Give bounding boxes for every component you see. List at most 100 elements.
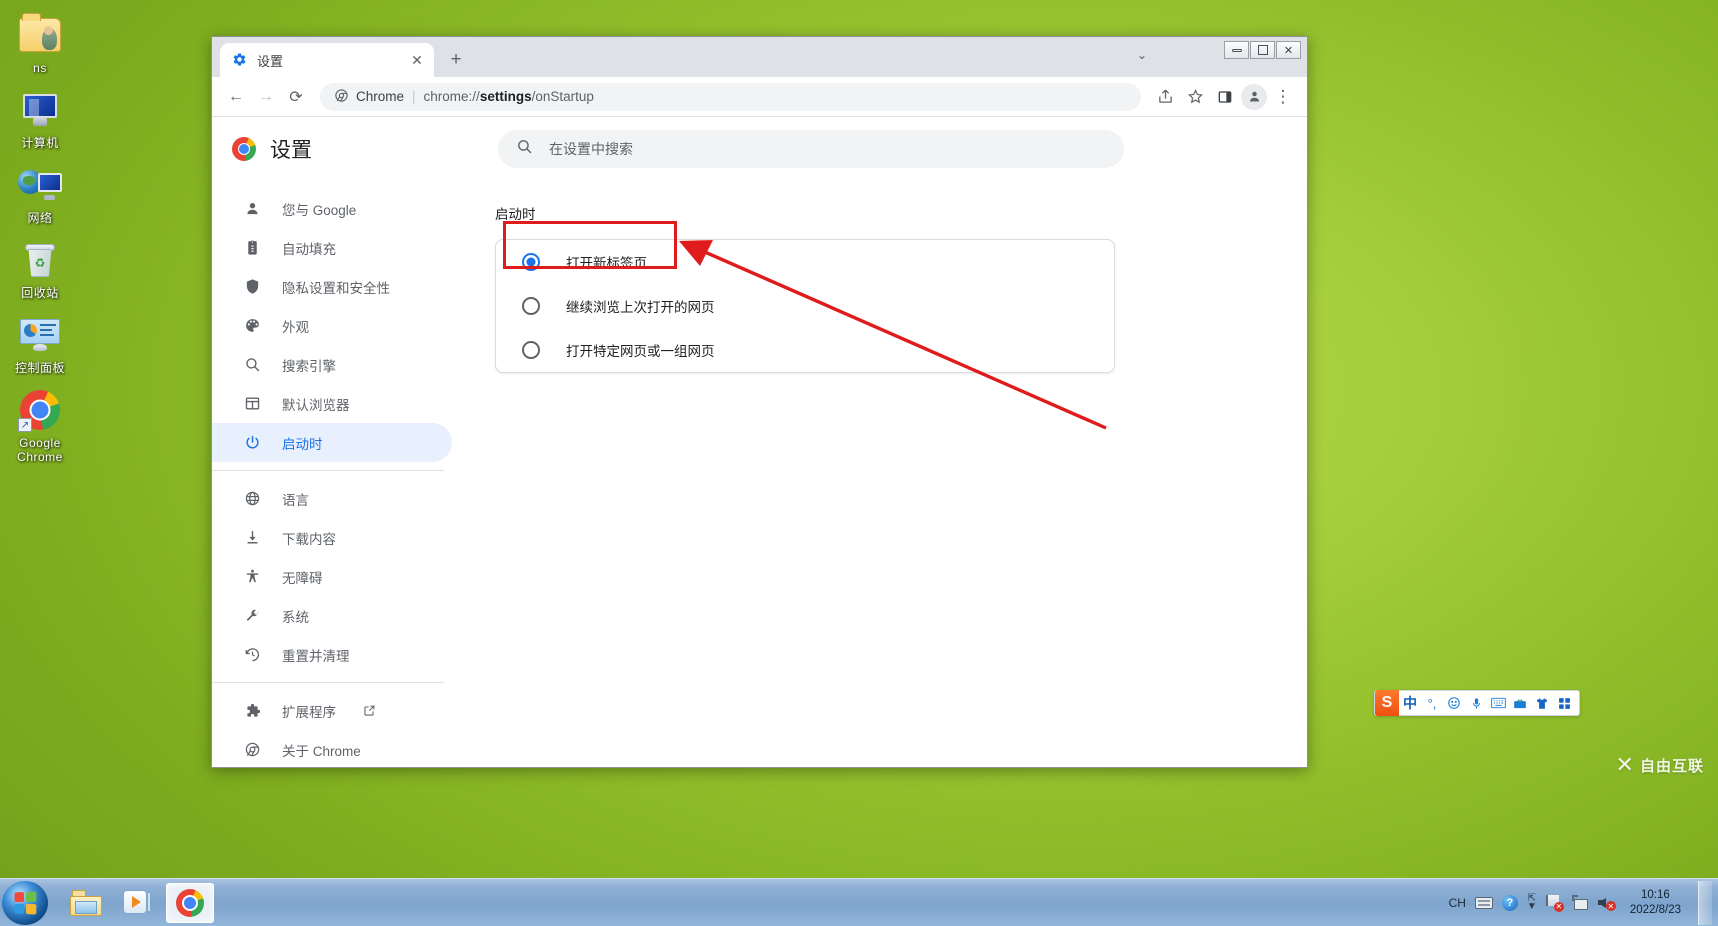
- desktop-icon-ns[interactable]: ns: [0, 12, 80, 75]
- desktop-icon-google-chrome[interactable]: ↗ Google Chrome: [0, 387, 80, 464]
- help-icon[interactable]: ?: [1501, 894, 1518, 911]
- tab-strip: 设置 ✕ + ⌄ ✕: [212, 37, 1307, 77]
- sidebar-item-extensions[interactable]: 扩展程序: [212, 691, 436, 730]
- sidebar-item-label: 默认浏览器: [282, 397, 350, 413]
- nav-group-footer: 扩展程序 关于 Chrome: [212, 682, 444, 767]
- shield-icon: [242, 277, 262, 297]
- search-settings-input[interactable]: 在设置中搜索: [498, 130, 1124, 168]
- apps-grid-icon[interactable]: [1553, 692, 1575, 714]
- download-icon: [242, 528, 262, 548]
- sidebar-item-languages[interactable]: 语言: [212, 479, 436, 518]
- new-tab-button[interactable]: +: [442, 46, 470, 74]
- chrome-page-chip: Chrome: [334, 88, 404, 106]
- sidebar-item-default-browser[interactable]: 默认浏览器: [212, 384, 452, 423]
- sidebar-item-you-and-google[interactable]: 您与 Google: [212, 189, 452, 228]
- radio-continue-where-left-off[interactable]: 继续浏览上次打开的网页: [496, 284, 1114, 328]
- url-prefix: chrome://: [423, 89, 480, 104]
- close-icon[interactable]: ✕: [408, 51, 426, 69]
- sidebar-item-downloads[interactable]: 下载内容: [212, 518, 436, 557]
- sogou-logo-icon[interactable]: S: [1375, 690, 1399, 716]
- chinese-mode-icon[interactable]: 中: [1399, 692, 1421, 714]
- watermark: ✕ 自由互联: [1616, 752, 1704, 778]
- chrome-outline-icon: [242, 740, 262, 760]
- sidebar-item-appearance[interactable]: 外观: [212, 306, 452, 345]
- microphone-icon[interactable]: [1465, 692, 1487, 714]
- clipboard-icon: [242, 238, 262, 258]
- tab-title: 设置: [257, 53, 284, 69]
- sidebar-item-system[interactable]: 系统: [212, 596, 436, 635]
- omnibox-separator: |: [412, 89, 416, 104]
- search-placeholder: 在设置中搜索: [549, 141, 633, 157]
- action-center-flag-icon[interactable]: ✕: [1545, 894, 1564, 912]
- show-desktop-button[interactable]: [1698, 880, 1712, 925]
- sidebar-item-reset-cleanup[interactable]: 重置并清理: [212, 635, 436, 674]
- close-button[interactable]: ✕: [1276, 41, 1301, 59]
- clock[interactable]: 10:16 2022/8/23: [1624, 888, 1687, 918]
- tray-language-indicator[interactable]: CH: [1449, 896, 1466, 910]
- forward-icon[interactable]: →: [252, 83, 280, 111]
- taskbar-file-explorer[interactable]: [62, 883, 110, 923]
- sidebar-item-on-startup[interactable]: 启动时: [212, 423, 452, 462]
- skin-icon[interactable]: [1531, 692, 1553, 714]
- minimize-button[interactable]: [1224, 41, 1249, 59]
- tab-settings[interactable]: 设置 ✕: [220, 43, 434, 77]
- sidebar-item-autofill[interactable]: 自动填充: [212, 228, 452, 267]
- browser-toolbar: ← → ⟳ Chrome | chrome://settings/onStart…: [212, 77, 1307, 117]
- chrome-browser-window: 设置 ✕ + ⌄ ✕ ← → ⟳ Chrome | chrome://setti…: [211, 36, 1308, 768]
- sidebar-item-privacy-security[interactable]: 隐私设置和安全性: [212, 267, 452, 306]
- menu-icon[interactable]: ⋮: [1269, 83, 1297, 111]
- side-panel-icon[interactable]: [1211, 83, 1239, 111]
- settings-content: 启动时 打开新标签页 继续浏览上次打开的网页 打开特定网页或一组网页: [460, 117, 1307, 767]
- network-status-icon[interactable]: [1571, 895, 1589, 910]
- share-icon[interactable]: [1151, 83, 1179, 111]
- power-icon: [242, 433, 262, 453]
- desktop-icon-computer[interactable]: 计算机: [0, 87, 80, 150]
- window-controls: ✕: [1224, 41, 1301, 59]
- emoji-icon[interactable]: [1443, 692, 1465, 714]
- puzzle-icon: [242, 701, 262, 721]
- system-tray: CH ? ⇱ ▼ ✕ ✕ 10:16 2022/8/23: [1449, 879, 1718, 926]
- desktop-icon-network[interactable]: 网络: [0, 162, 80, 225]
- punctuation-icon[interactable]: °,: [1421, 692, 1443, 714]
- reload-icon[interactable]: ⟳: [282, 83, 310, 111]
- settings-search-wrap: 在设置中搜索: [460, 130, 1307, 168]
- taskbar-chrome[interactable]: [166, 882, 214, 923]
- settings-sidebar: 您与 Google 自动填充 隐私设置和安全性 外观 搜索引擎 默认浏览器 启动…: [212, 117, 460, 767]
- volume-muted-icon[interactable]: ✕: [1597, 895, 1616, 911]
- keyboard-icon[interactable]: [1487, 692, 1509, 714]
- show-hidden-icons-icon[interactable]: ⇱ ▼: [1527, 893, 1537, 911]
- keyboard-icon[interactable]: [1474, 896, 1493, 909]
- sidebar-item-search-engine[interactable]: 搜索引擎: [212, 345, 452, 384]
- windows-taskbar: CH ? ⇱ ▼ ✕ ✕ 10:16 2022/8/23: [0, 878, 1718, 926]
- address-bar[interactable]: Chrome | chrome://settings/onStartup: [320, 82, 1141, 111]
- settings-header: 设置 在设置中搜索: [212, 117, 1307, 181]
- sidebar-item-about-chrome[interactable]: 关于 Chrome: [212, 730, 436, 767]
- section-title-on-startup: 启动时: [495, 207, 536, 222]
- desktop-icon-label: 计算机: [21, 136, 59, 150]
- back-icon[interactable]: ←: [222, 83, 250, 111]
- radio-open-new-tab-page[interactable]: 打开新标签页: [496, 240, 1114, 284]
- bookmark-star-icon[interactable]: [1181, 83, 1209, 111]
- settings-page: 设置 在设置中搜索 您与 Google 自动填充 隐私设置和安全性 外观 搜索引…: [212, 117, 1307, 767]
- chrome-shortcut-icon: ↗: [17, 387, 63, 433]
- radio-open-specific-pages[interactable]: 打开特定网页或一组网页: [496, 328, 1114, 372]
- start-orb-icon[interactable]: [2, 880, 48, 925]
- desktop-icon-label: 控制面板: [14, 361, 65, 375]
- radio-label: 打开新标签页: [566, 256, 647, 271]
- watermark-text: 自由互联: [1639, 757, 1704, 775]
- profile-icon[interactable]: [1241, 83, 1267, 110]
- search-icon: [516, 138, 533, 160]
- restore-button[interactable]: [1250, 41, 1275, 59]
- desktop-icon-control-panel[interactable]: 控制面板: [0, 312, 80, 375]
- taskbar-media-player[interactable]: [114, 883, 162, 923]
- toolbox-icon[interactable]: [1509, 692, 1531, 714]
- tab-search-chevron-icon[interactable]: ⌄: [1137, 48, 1147, 62]
- desktop-icon-recycle-bin[interactable]: ♻ 回收站: [0, 237, 80, 300]
- sidebar-item-label: 系统: [282, 609, 309, 625]
- sidebar-item-label: 扩展程序: [282, 704, 336, 720]
- taskbar-pinned-items: [62, 882, 214, 923]
- recycle-bin-icon: ♻: [17, 237, 63, 283]
- file-explorer-icon: [70, 889, 102, 916]
- sidebar-item-accessibility[interactable]: 无障碍: [212, 557, 436, 596]
- person-icon: [242, 199, 262, 219]
